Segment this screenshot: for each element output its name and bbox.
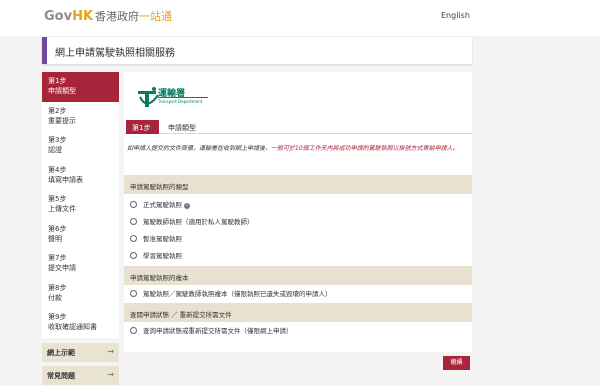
step-number: 第4步 [48,165,67,174]
arrow-right-icon: → [107,370,114,379]
section-header-duplicate: 申請駕駛執照的複本 [124,266,472,285]
option-check-status[interactable]: 查詢申請狀態或重新提交所需文件（僅限網上申請） [130,326,293,336]
option-label: 駕駛執照／駕駛教師執照複本（僅限執照已遺失或毀壞的申請人） [143,290,332,298]
notice-text: 如申請人提交的文件齊備，運輸署在收到網上申請後， [127,145,272,152]
page-title: 網上申請駕駛執照相關服務 [55,48,175,59]
sidebar-step-1[interactable]: 第1步 申請類型 [42,72,119,102]
radio-button[interactable] [130,327,137,334]
option-learner-licence[interactable]: 學習駕駛執照 [130,251,182,261]
step-label: 重要提示 [48,116,76,125]
step-label: 填寫申請表 [48,175,83,184]
logo-zh2-text: 一站通 [139,10,173,23]
processing-notice: 如申請人提交的文件齊備，運輸署在收到網上申請後，一般可於10個工作天內將成功申請… [127,144,467,154]
logo-zh-text: 香港政府 [95,10,140,23]
transport-department-logo-icon [138,87,159,107]
radio-button[interactable] [130,252,137,259]
option-label: 查詢申請狀態或重新提交所需文件（僅限網上申請） [143,327,293,335]
step-number: 第6步 [48,224,67,233]
step-number: 第5步 [48,195,67,203]
step-label: 付款 [48,293,62,302]
sidebar-step-5[interactable]: 第5步 上傳文件 [42,190,119,220]
service-title-bar: 網上申請駕駛執照相關服務 [42,37,472,64]
option-label: 駕駛教師執照（適用於私人駕駛教師） [143,218,254,226]
step-badge: 第1步 [126,120,159,134]
step-number: 第3步 [48,136,67,144]
dept-divider [158,97,208,98]
step-label: 提交申請 [48,264,76,272]
dept-name-en: Transport Department [158,99,203,104]
online-demo-link[interactable]: 網上示範 → [42,343,119,362]
section-header-status: 查閱申請狀態 ／ 重新提交所需文件 [124,303,472,322]
step-number: 第7步 [48,254,67,262]
step-label: 聲明 [48,234,62,243]
top-bar: GovHK 香港政府一站通 English [0,0,600,36]
option-label: 正式駕駛執照 [143,201,182,209]
sidebar-step-7[interactable]: 第7步 提交申請 [42,249,119,279]
radio-button[interactable] [130,290,137,297]
step-number: 第1步 [48,77,67,85]
step-label: 收取確認通知書 [48,323,97,331]
steps-sidebar: 第1步 申請類型 第2步 重要提示 第3步 認證 第4步 填寫申請表 第5步 上… [42,72,119,338]
step-label: 上傳文件 [48,205,76,213]
step-number: 第9步 [48,313,67,321]
sidebar-step-6[interactable]: 第6步 聲明 [42,220,119,250]
step-title: 申請類型 [168,124,196,132]
radio-button[interactable] [130,235,137,242]
option-label: 學習駕駛執照 [143,252,182,260]
main-panel: 運輸署 Transport Department 第1步 申請類型 如申請人提交… [124,72,472,352]
step-number: 第2步 [48,106,67,115]
step-header: 第1步 申請類型 [124,120,472,134]
step-number: 第8步 [48,283,67,292]
language-link-english[interactable]: English [441,11,470,20]
sidebar-step-8[interactable]: 第8步 付款 [42,279,119,309]
info-icon[interactable]: i [184,203,190,209]
faq-link[interactable]: 常見問題 → [42,366,119,385]
section-header-licence-type: 申請駕駛執照的類型 [124,175,472,194]
logo-gov-text: Gov [44,9,73,24]
option-duplicate-licence[interactable]: 駕駛執照／駕駛教師執照複本（僅限執照已遺失或毀壞的申請人） [130,289,332,299]
option-label: 暫准駕駛執照 [143,235,182,243]
sidebar-step-4[interactable]: 第4步 填寫申請表 [42,161,119,191]
arrow-right-icon: → [107,347,114,356]
step-label: 認證 [48,146,62,154]
radio-button[interactable] [130,201,137,208]
faq-label: 常見問題 [47,372,75,380]
notice-highlight: 一般可於10個工作天內將成功申請的駕駛執照以掛號方式寄給申請人。 [271,145,459,152]
option-probationary-licence[interactable]: 暫准駕駛執照 [130,234,182,244]
sidebar-step-2[interactable]: 第2步 重要提示 [42,102,119,132]
sidebar-step-9[interactable]: 第9步 收取確認通知書 [42,308,119,338]
option-full-licence[interactable]: 正式駕駛執照 i [130,200,190,210]
sidebar-step-3[interactable]: 第3步 認證 [42,131,119,161]
logo-hk-text: HK [72,9,94,24]
option-instructor-licence[interactable]: 駕駛教師執照（適用於私人駕駛教師） [130,217,254,227]
step-label: 申請類型 [48,87,76,95]
radio-button[interactable] [130,218,137,225]
govhk-logo[interactable]: GovHK 香港政府一站通 [44,9,172,25]
online-demo-label: 網上示範 [47,349,75,357]
continue-button[interactable]: 繼續 [443,356,470,370]
